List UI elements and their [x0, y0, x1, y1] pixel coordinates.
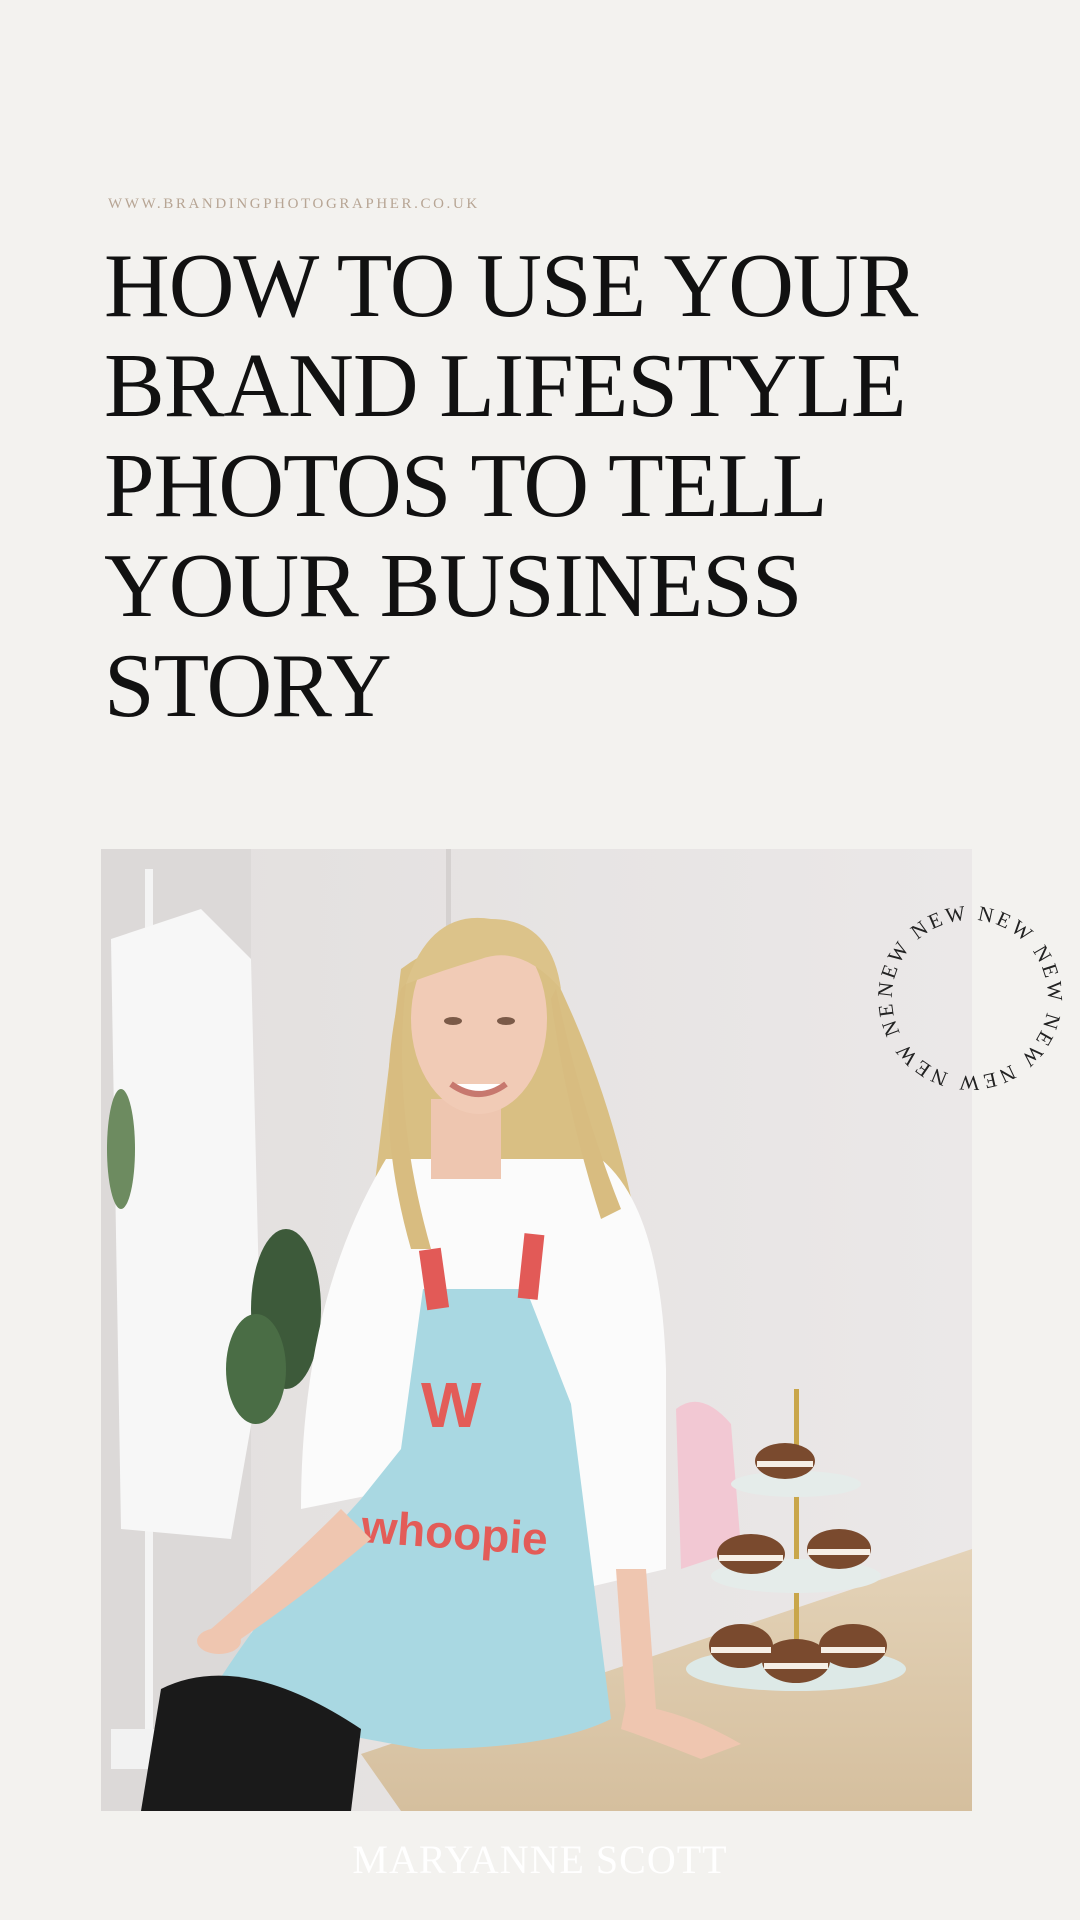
headline-line-1: HOW TO USE YOUR [104, 235, 918, 336]
new-badge: NEW NEW NEW NEW NEW NEW NEW NEW [870, 898, 1068, 1095]
site-url: WWW.BRANDINGPHOTOGRAPHER.CO.UK [108, 196, 480, 212]
new-badge-text: NEW NEW NEW NEW NEW NEW NEW NEW [870, 898, 1068, 1095]
page-title: HOW TO USE YOUR BRAND LIFESTYLE PHOTOS T… [104, 236, 1004, 736]
headline-line-5: STORY [104, 635, 392, 736]
photo-illustration: W whoopie [101, 849, 972, 1811]
lifestyle-photo: W whoopie [101, 849, 972, 1811]
author-name: MARYANNE SCOTT [352, 1837, 728, 1882]
headline-line-2: BRAND LIFESTYLE [104, 335, 906, 436]
headline-line-3: PHOTOS TO TELL [104, 435, 828, 536]
headline-line-4: YOUR BUSINESS [104, 535, 802, 636]
svg-text:W: W [421, 1369, 482, 1441]
